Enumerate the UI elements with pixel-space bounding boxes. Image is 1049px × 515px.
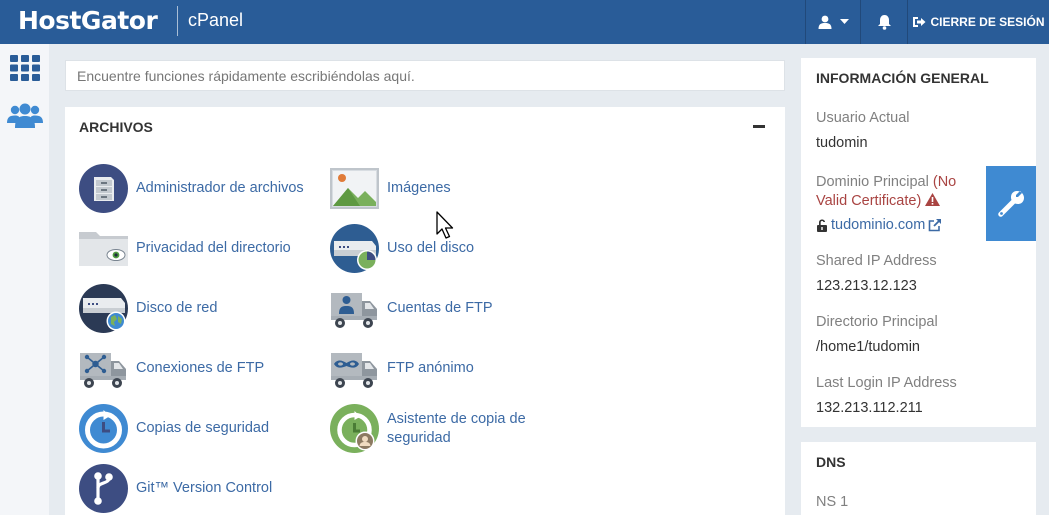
users-icon xyxy=(6,103,43,128)
anonymous-ftp-icon xyxy=(331,353,377,388)
wrench-icon xyxy=(998,190,1025,217)
app-label: Copias de seguridad xyxy=(136,420,270,436)
app-ftp-connections[interactable]: Conexiones de FTP xyxy=(79,344,264,393)
ftp-connections-icon xyxy=(80,353,126,388)
app-git-version-control[interactable]: Git™ Version Control xyxy=(79,464,272,513)
product-name: cPanel xyxy=(188,10,244,30)
app-label: Cuentas de FTP xyxy=(387,300,493,316)
notifications-button[interactable] xyxy=(861,0,907,44)
directory-privacy-icon xyxy=(79,232,128,266)
app-anonymous-ftp[interactable]: FTP anónimo xyxy=(330,344,474,393)
section-title: ARCHIVOS xyxy=(79,119,153,135)
search-input[interactable] xyxy=(65,60,785,91)
main-domain-link[interactable]: tudominio.com xyxy=(816,217,942,233)
app-label: Disco de red xyxy=(136,300,218,316)
app-images[interactable]: Imágenes xyxy=(330,164,451,213)
general-info-panel: INFORMACIÓN GENERAL Usuario Actual tudom… xyxy=(801,58,1036,427)
sidebar-item-users[interactable] xyxy=(0,96,49,136)
current-user-label: Usuario Actual xyxy=(816,110,910,126)
ftp-accounts-icon xyxy=(331,293,377,328)
app-label: Imágenes xyxy=(387,180,451,196)
brand-logo[interactable]: HostGator xyxy=(18,6,158,35)
disk-usage-icon xyxy=(330,224,379,273)
app-web-disk[interactable]: Disco de red xyxy=(79,284,217,333)
backup-icon xyxy=(79,404,128,453)
shared-ip-label: Shared IP Address xyxy=(816,253,937,269)
app-label: Git™ Version Control xyxy=(136,480,273,496)
external-link-icon xyxy=(928,218,942,232)
app-file-manager[interactable]: Administrador de archivos xyxy=(79,164,304,213)
logout-icon xyxy=(913,17,926,27)
home-directory-label: Directorio Principal xyxy=(816,314,938,330)
logout-label: CIERRE DE SESIÓN xyxy=(930,15,1045,29)
app-backup-wizard[interactable]: Asistente de copia de seguridad xyxy=(330,404,547,453)
file-manager-icon xyxy=(79,164,128,213)
tools-toggle-button[interactable] xyxy=(986,166,1036,241)
app-label: Conexiones de FTP xyxy=(136,360,265,376)
bell-icon xyxy=(877,15,891,30)
backup-wizard-icon xyxy=(330,404,379,453)
files-panel: ARCHIVOS Administrador de archivos Imáge… xyxy=(65,107,785,515)
app-label: Administrador de archivos xyxy=(136,180,304,196)
images-icon xyxy=(330,168,379,209)
app-directory-privacy[interactable]: Privacidad del directorio xyxy=(79,224,291,273)
current-user-value: tudomin xyxy=(816,135,868,151)
grid-icon xyxy=(9,55,40,81)
mouse-cursor-icon xyxy=(436,211,454,239)
app-label: Asistente de copia de seguridad xyxy=(387,410,526,446)
shared-ip-value: 123.213.12.123 xyxy=(816,278,917,294)
unlock-icon xyxy=(817,219,827,232)
ns1-label: NS 1 xyxy=(816,494,849,510)
app-ftp-accounts[interactable]: Cuentas de FTP xyxy=(330,284,493,333)
section-title: INFORMACIÓN GENERAL xyxy=(816,70,989,86)
left-sidebar xyxy=(0,44,49,515)
main-domain-value: tudominio.com xyxy=(831,217,926,233)
warning-icon xyxy=(925,193,941,206)
main-domain-label-text: Dominio Principal xyxy=(816,174,929,190)
dns-panel: DNS NS 1 xyxy=(801,442,1036,515)
app-label: Privacidad del directorio xyxy=(136,240,291,256)
logout-button[interactable]: CIERRE DE SESIÓN xyxy=(908,0,1049,44)
section-title: DNS xyxy=(816,454,846,470)
chevron-down-icon xyxy=(839,19,849,24)
app-label: FTP anónimo xyxy=(387,360,474,376)
web-disk-icon xyxy=(79,284,128,333)
home-directory-value: /home1/tudomin xyxy=(816,339,920,355)
git-icon xyxy=(79,464,128,513)
collapse-button[interactable] xyxy=(753,119,767,133)
user-icon xyxy=(818,15,831,29)
app-label: Uso del disco xyxy=(387,240,475,256)
last-login-ip-value: 132.213.112.211 xyxy=(816,400,923,416)
app-backup[interactable]: Copias de seguridad xyxy=(79,404,269,453)
last-login-ip-label: Last Login IP Address xyxy=(816,375,957,391)
main-domain-label: Dominio Principal (No Valid Certificate) xyxy=(816,173,976,211)
user-menu-button[interactable] xyxy=(806,0,860,44)
brand-divider xyxy=(177,6,178,36)
sidebar-item-home[interactable] xyxy=(0,48,49,88)
top-bar: HostGator cPanel CIERRE DE SESIÓN xyxy=(0,0,1049,44)
